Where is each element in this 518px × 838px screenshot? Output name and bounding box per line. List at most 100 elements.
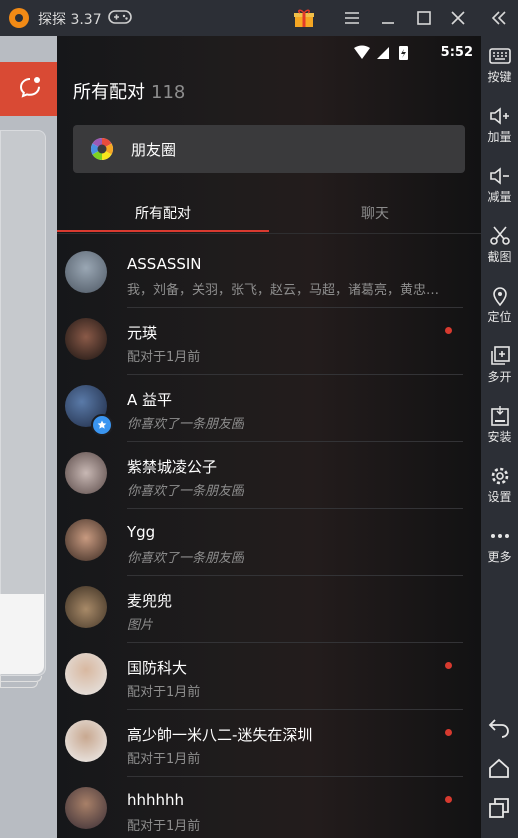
status-time: 5:52 [440,45,473,60]
avatar [65,318,107,360]
window-title: 探探 3.37 [38,12,102,28]
home-icon[interactable] [487,756,511,780]
match-name: 高少帥一米八二-迷失在深圳 [127,726,313,744]
wifi-icon [354,45,370,59]
match-name: 麦兜兜 [127,592,173,610]
status-icons [354,45,408,60]
background-card-footer [0,594,44,674]
unread-dot [445,796,452,803]
tabs-divider [57,233,481,234]
sidebar-item-label: 加量 [487,130,512,144]
sidebar-item-label: 截图 [487,250,512,264]
match-row[interactable]: 元瑛 配对于1月前 [57,308,481,375]
moments-icon [91,138,113,160]
match-name: 元瑛 [127,324,158,342]
avatar [65,251,107,293]
unread-dot [445,729,452,736]
back-icon[interactable] [487,714,511,738]
match-subtitle: 配对于1月前 [127,752,201,767]
menu-icon[interactable] [340,6,364,30]
background-app [0,36,57,838]
minimize-icon[interactable] [376,6,400,30]
collapse-sidebar-icon[interactable] [489,8,509,28]
matches-count: 118 [151,82,186,103]
match-row[interactable]: 麦兜兜 图片 [57,576,481,643]
sidebar-item-label: 设置 [487,490,512,504]
active-tab-indicator [57,230,269,232]
sidebar-item-volume-up[interactable]: 加量 [481,106,518,145]
close-icon[interactable] [446,6,470,30]
matches-drawer: 5:52 所有配对 118 朋友圈 所有配对 聊天 ASSASSIN 我，刘备，关… [57,36,481,838]
match-row[interactable]: 高少帥一米八二-迷失在深圳 配对于1月前 [57,710,481,777]
match-name: 紫禁城凌公子 [127,458,218,476]
match-row[interactable]: hhhhhh 配对于1月前 [57,777,481,838]
sidebar-item-label: 更多 [487,550,512,564]
match-subtitle: 你喜欢了一条朋友圈 [127,417,245,432]
sidebar-item-label: 安装 [487,430,512,444]
match-row[interactable]: ASSASSIN 我，刘备，关羽，张飞，赵云，马超，诸葛亮，黄忠… [57,241,481,308]
matches-list: ASSASSIN 我，刘备，关羽，张飞，赵云，马超，诸葛亮，黄忠… 元瑛 配对于… [57,241,481,838]
match-subtitle: 配对于1月前 [127,819,201,834]
location-icon [492,287,507,306]
sidebar-item-screenshot[interactable]: 截图 [481,226,518,265]
signal-icon [377,47,389,59]
sidebar-item-keyboard[interactable]: 按键 [481,46,518,85]
apk-install-icon [490,406,509,426]
sidebar-item-label: 定位 [487,310,512,324]
match-row[interactable]: Ygg 你喜欢了一条朋友圈 [57,509,481,576]
match-name: A 益平 [127,391,173,409]
avatar [65,586,107,628]
sidebar-item-label: 按键 [487,70,512,84]
app-logo-icon [9,8,29,28]
tab-all-matches[interactable]: 所有配对 [135,203,191,223]
sidebar-item-more[interactable]: 更多 [481,526,518,565]
gift-icon[interactable] [293,8,315,28]
sidebar-item-settings[interactable]: 设置 [481,466,518,505]
unread-dot [445,327,452,334]
sidebar-item-label: 减量 [487,190,512,204]
gamepad-icon[interactable] [108,9,132,25]
match-subtitle: 图片 [127,618,154,633]
match-subtitle: 配对于1月前 [127,685,201,700]
maximize-icon[interactable] [412,6,436,30]
matches-title: 所有配对 [73,82,145,103]
multi-open-icon [490,346,510,365]
volume-up-icon [489,107,509,125]
match-subtitle: 配对于1月前 [127,350,201,365]
avatar [65,720,107,762]
avatar [65,452,107,494]
recent-apps-icon[interactable] [487,796,511,820]
tab-chat[interactable]: 聊天 [361,203,389,223]
match-subtitle: 你喜欢了一条朋友圈 [127,484,245,499]
avatar [65,653,107,695]
match-name: hhhhhh [127,791,185,809]
sidebar-item-install[interactable]: 安装 [481,406,518,445]
emulator-titlebar: 探探 3.37 [0,0,518,36]
match-subtitle: 你喜欢了一条朋友圈 [127,551,245,566]
match-row[interactable]: 国防科大 配对于1月前 [57,643,481,710]
match-row[interactable]: 紫禁城凌公子 你喜欢了一条朋友圈 [57,442,481,509]
match-name: 国防科大 [127,659,188,677]
matches-header: 所有配对 118 [73,78,185,104]
verified-star-icon [91,414,113,436]
keyboard-icon [488,48,511,64]
avatar [65,519,107,561]
avatar [65,787,107,829]
sidebar-item-location[interactable]: 定位 [481,286,518,325]
match-subtitle: 我，刘备，关羽，张飞，赵云，马超，诸葛亮，黄忠… [127,283,440,298]
volume-down-icon [489,167,509,185]
gear-icon [491,467,508,485]
sidebar-item-volume-down[interactable]: 减量 [481,166,518,205]
sidebar-item-multi-open[interactable]: 多开 [481,346,518,385]
emulator-sidebar: 按键 加量 减量 截图 定位 多开 安装 设置 更多 [481,36,518,838]
card-stack-edge [0,682,38,688]
scissors-icon [489,226,510,245]
match-row[interactable]: A 益平 你喜欢了一条朋友圈 [57,375,481,442]
match-name: ASSASSIN [127,255,202,273]
more-icon [490,534,509,538]
match-name: Ygg [127,523,156,541]
moments-label: 朋友圈 [131,141,177,159]
chat-bubble-icon[interactable] [18,76,42,98]
sidebar-item-label: 多开 [487,370,512,384]
moments-button[interactable]: 朋友圈 [73,125,465,173]
